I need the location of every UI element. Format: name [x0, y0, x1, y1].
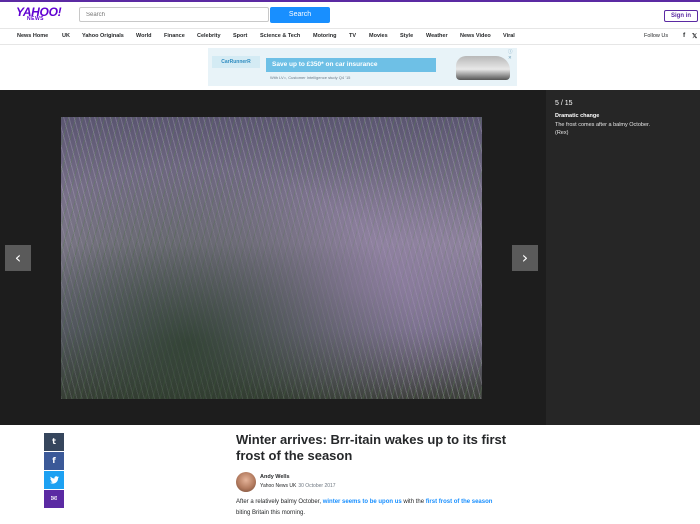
- article-headline: Winter arrives: Brr-itain wakes up to it…: [236, 432, 507, 463]
- nav-item-movies[interactable]: Movies: [369, 33, 388, 39]
- nav-item-tv[interactable]: TV: [349, 33, 356, 39]
- photo-gallery: ‹ ›: [0, 90, 546, 425]
- nav-item-style[interactable]: Style: [400, 33, 413, 39]
- author-avatar: [236, 472, 256, 492]
- twitter-icon[interactable]: 𝕏: [692, 32, 697, 40]
- first-frost-link[interactable]: first frost of the season: [426, 499, 493, 505]
- tumblr-share-icon[interactable]: t: [44, 433, 64, 451]
- nav-item-news-home[interactable]: News Home: [17, 33, 48, 39]
- nav-item-yahoo-originals[interactable]: Yahoo Originals: [82, 33, 124, 39]
- publish-date: 30 October 2017: [298, 483, 336, 489]
- nav-item-news-video[interactable]: News Video: [460, 33, 491, 39]
- nav-item-weather[interactable]: Weather: [426, 33, 448, 39]
- nav-item-uk[interactable]: UK: [62, 33, 70, 39]
- main-nav: News Home UK Yahoo Originals World Finan…: [0, 28, 700, 45]
- gallery-photo[interactable]: [61, 117, 482, 399]
- ad-headline: Save up to £350* on car insurance: [266, 58, 436, 72]
- source-name: Yahoo News UK: [260, 483, 297, 489]
- nav-item-viral[interactable]: Viral: [503, 33, 515, 39]
- next-arrow-icon[interactable]: ›: [512, 245, 538, 271]
- yahoo-news-logo[interactable]: YAHOO! NEWS: [16, 6, 62, 22]
- twitter-bird-icon: [49, 476, 59, 484]
- body-text-1: After a relatively balmy October,: [236, 499, 323, 505]
- body-text-2: with the: [401, 499, 426, 505]
- facebook-share-icon[interactable]: f: [44, 452, 64, 470]
- winter-link[interactable]: winter seems to be upon us: [323, 499, 402, 505]
- gallery-caption-panel: 5 / 15 Dramatic change The frost comes a…: [546, 90, 700, 425]
- twitter-share-icon[interactable]: [44, 471, 64, 489]
- previous-arrow-icon[interactable]: ‹: [5, 245, 31, 271]
- nav-item-celebrity[interactable]: Celebrity: [197, 33, 221, 39]
- body-text-3: biting Britain this morning.: [236, 510, 306, 516]
- ad-logo: CarRunnerR: [212, 56, 260, 68]
- nav-item-sport[interactable]: Sport: [233, 33, 247, 39]
- facebook-icon[interactable]: f: [683, 32, 685, 39]
- nav-item-world[interactable]: World: [136, 33, 151, 39]
- sign-in-button[interactable]: Sign in: [664, 10, 698, 22]
- ad-car-image: [456, 56, 510, 80]
- caption-text: The frost comes after a balmy October. (…: [555, 121, 695, 137]
- ad-close-icon[interactable]: ⓘ ✕: [508, 49, 517, 61]
- search-input[interactable]: [79, 7, 269, 22]
- mail-share-icon[interactable]: ✉: [44, 490, 64, 508]
- slide-counter: 5 / 15: [555, 100, 573, 107]
- author-name[interactable]: Andy Wells: [260, 474, 290, 480]
- ad-banner[interactable]: CarRunnerR Save up to £350* on car insur…: [208, 48, 517, 86]
- caption-description: The frost comes after a balmy October.: [555, 122, 651, 128]
- nav-item-science-tech[interactable]: Science & Tech: [260, 33, 300, 39]
- article-body: After a relatively balmy October, winter…: [236, 497, 506, 519]
- ad-fine-print: With LV=, Customer Intelligence study Q4…: [270, 75, 351, 80]
- caption-title: Dramatic change: [555, 113, 600, 119]
- caption-credit: (Rex): [555, 130, 569, 136]
- search-button[interactable]: Search: [270, 7, 330, 23]
- nav-item-motoring[interactable]: Motoring: [313, 33, 337, 39]
- nav-item-finance[interactable]: Finance: [164, 33, 185, 39]
- header: YAHOO! NEWS Search Sign in: [0, 2, 700, 28]
- byline: Yahoo News UK 30 October 2017: [260, 483, 336, 489]
- follow-us-label: Follow Us: [644, 33, 669, 39]
